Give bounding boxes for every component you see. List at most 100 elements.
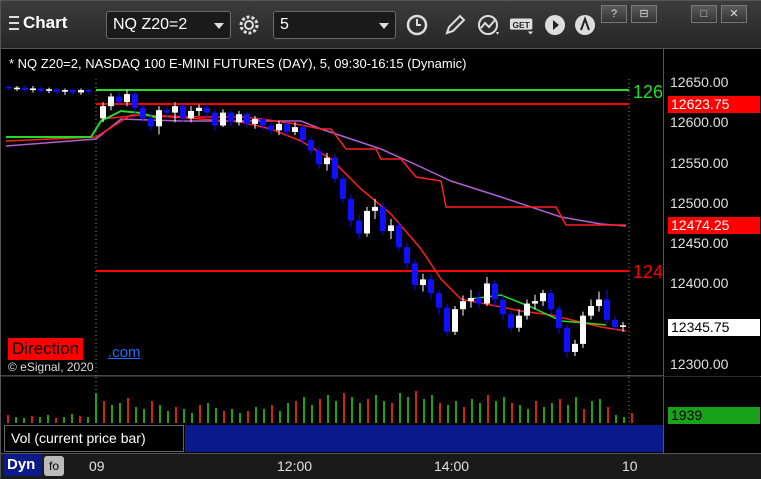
price-chart[interactable]: 126 124 * NQ Z20=2, NASDAQ 100 E-MINI FUT…: [1, 49, 663, 376]
volume-bar: [463, 407, 465, 423]
time-label: 09: [89, 458, 105, 474]
volume-bar: [207, 403, 209, 423]
volume-bar: [255, 407, 257, 423]
chevron-down-icon[interactable]: [379, 23, 389, 29]
time-label: 14:00: [434, 458, 470, 474]
volume-bar: [127, 398, 129, 423]
price-plot[interactable]: 126 124: [1, 49, 663, 376]
volume-bar: [63, 417, 65, 423]
candle-body: [22, 87, 28, 91]
chevron-down-icon[interactable]: [214, 23, 224, 29]
candle-body: [460, 301, 466, 310]
fast-ema-line: [100, 114, 627, 332]
volume-bar: [311, 405, 313, 423]
volume-bar: [367, 399, 369, 423]
volume-bar: [359, 403, 361, 423]
candle-body: [46, 89, 52, 91]
volume-bar: [23, 418, 25, 423]
price-tick-label: 12500.00: [670, 194, 729, 211]
com-link[interactable]: .com: [108, 344, 141, 361]
candle-body: [524, 303, 530, 316]
volume-bar: [615, 415, 617, 423]
candle-body: [308, 140, 314, 151]
volume-bar: [575, 397, 577, 423]
price-tick-label: 12450.00: [670, 235, 729, 252]
candle-body: [38, 88, 44, 91]
volume-bar: [423, 399, 425, 423]
candle-body: [156, 110, 162, 127]
candle-body: [500, 299, 506, 315]
time-axis[interactable]: 09 12:00 14:00 10: [1, 453, 761, 479]
maximize-button[interactable]: □: [691, 5, 717, 23]
volume-bar: [343, 393, 345, 423]
candle-body: [468, 297, 474, 302]
candle-body: [284, 123, 290, 132]
pencil-icon[interactable]: [441, 11, 469, 39]
candle-body: [30, 88, 36, 91]
candle-body: [492, 283, 498, 300]
volume-bar: [511, 403, 513, 423]
volume-bar: [431, 395, 433, 423]
candle-body: [612, 319, 618, 327]
price-axis[interactable]: 12650.00 12600.00 12550.00 12500.00 12450.00…: [663, 49, 761, 376]
volume-bar: [399, 393, 401, 423]
dock-button[interactable]: ⊟: [631, 5, 657, 23]
volume-bar: [623, 417, 625, 423]
volume-bar: [71, 414, 73, 423]
candle-body: [356, 220, 362, 234]
volume-bar: [447, 405, 449, 423]
candle-body: [548, 293, 554, 310]
volume-bar: [631, 413, 633, 423]
candle-body: [436, 293, 442, 308]
chart-bars-icon: [9, 16, 19, 30]
price-marker-label: 12474.25: [668, 217, 760, 234]
volume-bar: [407, 397, 409, 423]
price-tick-label: 12600.00: [670, 114, 729, 131]
get-icon[interactable]: GET: [509, 11, 537, 39]
volume-bar: [87, 417, 89, 423]
volume-bar: [503, 397, 505, 423]
candle-body: [556, 309, 562, 328]
candle-body: [220, 112, 226, 126]
volume-bar: [47, 415, 49, 423]
volume-value-label: 1939: [668, 407, 760, 424]
volume-bar: [583, 409, 585, 423]
volume-legend: Vol (current price bar) x: [4, 424, 197, 452]
volume-bar: [143, 409, 145, 423]
volume-bar: [111, 405, 113, 423]
function-icon[interactable]: fo: [44, 456, 64, 476]
direction-badge: Direction: [8, 338, 84, 360]
candle-body: [516, 315, 522, 328]
candle-body: [212, 112, 218, 126]
dyn-button[interactable]: Dyn: [4, 454, 42, 476]
candle-body: [228, 112, 234, 123]
play-icon[interactable]: [541, 11, 569, 39]
volume-bar: [495, 401, 497, 423]
line-wave-icon[interactable]: [475, 11, 503, 39]
price-marker-label: 12623.75: [668, 96, 760, 113]
volume-bar: [383, 401, 385, 423]
volume-bar: [527, 409, 529, 423]
candle-body: [180, 106, 186, 119]
symbol-combo[interactable]: NQ Z20=2: [106, 11, 231, 39]
candle-body: [452, 309, 458, 332]
price-marker-label: 12345.75: [668, 319, 760, 336]
close-button[interactable]: ✕: [721, 5, 747, 23]
candle-body: [596, 299, 602, 306]
volume-bar: [455, 401, 457, 423]
red-level-label: 124: [633, 262, 663, 282]
svg-text:GET: GET: [513, 20, 531, 30]
candle-body: [420, 279, 426, 286]
candle-body: [86, 90, 92, 92]
help-button[interactable]: ?: [601, 5, 627, 23]
volume-bar: [303, 397, 305, 423]
interval-combo[interactable]: 5: [273, 11, 396, 39]
candle-body: [428, 279, 434, 294]
settings-gear-icon[interactable]: [235, 11, 263, 39]
clock-icon[interactable]: [403, 11, 431, 39]
candle-body: [244, 114, 250, 124]
volume-bar: [167, 411, 169, 423]
compass-icon[interactable]: [571, 11, 599, 39]
volume-bar: [319, 399, 321, 423]
candle-body: [172, 106, 178, 113]
